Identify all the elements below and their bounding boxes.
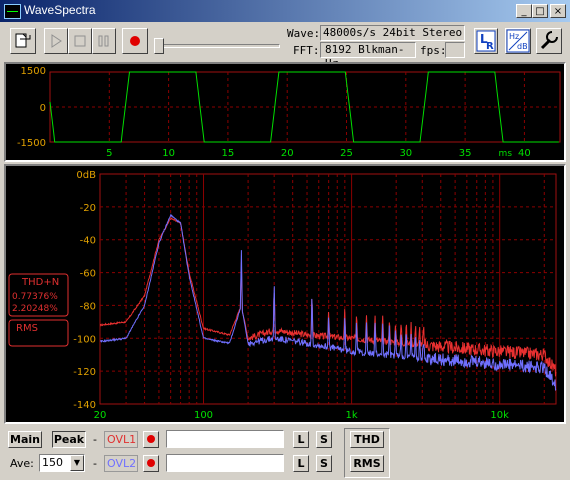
rms-button[interactable]: RMS <box>350 455 384 472</box>
wrench-icon <box>540 31 558 50</box>
spectrum-frame <box>99 173 557 405</box>
lr-icon-r: R <box>486 41 494 52</box>
ovl1-indicator: OVL1 <box>104 431 138 448</box>
spectrum-right-trace <box>99 213 557 392</box>
waveform-x-tick: 35 <box>459 148 472 159</box>
waveform-x-tick: 10 <box>162 148 175 159</box>
thd-button[interactable]: THD <box>350 431 384 448</box>
open-file-button[interactable] <box>10 28 36 54</box>
stop-button[interactable] <box>68 28 92 54</box>
thd-value-right: 2.20248% <box>12 304 58 314</box>
hz-db-button[interactable]: Hz dB <box>505 28 531 54</box>
ovl2-dash: - <box>93 457 97 470</box>
waveform-x-tick: 30 <box>399 148 412 159</box>
record-button[interactable] <box>122 28 148 54</box>
average-value: 150 <box>42 456 63 469</box>
waveform-y-tick: -1500 <box>17 138 46 149</box>
peak-button[interactable]: Peak <box>52 431 86 448</box>
waveform-y-tick: 1500 <box>21 66 46 77</box>
close-button[interactable]: × <box>550 4 566 18</box>
spectrum-x-tick: 1k <box>346 410 358 421</box>
waveform-x-tick: 20 <box>281 148 294 159</box>
main-button[interactable]: Main <box>8 431 42 448</box>
minimize-button[interactable]: _ <box>516 4 532 18</box>
settings-button[interactable] <box>536 28 562 54</box>
spectrum-y-tick: -20 <box>80 203 96 214</box>
waveform-x-tick: 5 <box>106 148 112 159</box>
pause-button[interactable] <box>92 28 116 54</box>
ovl2-level-field <box>166 454 284 472</box>
record-l1-button[interactable] <box>143 431 159 448</box>
waveform-y-tick: 0 <box>40 103 46 114</box>
hz-icon-text: Hz <box>509 32 519 41</box>
ovl1-level-field <box>166 430 284 448</box>
bottom-controls: Main Peak - OVL1 L S Ave: 150 ▼ - OVL2 L… <box>0 426 570 480</box>
open-file-icon <box>15 33 31 48</box>
spectrum-y-tick: 0dB <box>76 170 96 181</box>
ovl2-indicator: OVL2 <box>104 455 138 472</box>
db-icon-text: dB <box>517 42 528 51</box>
waveform-panel: 1500 0 -1500 5 10 15 20 25 30 35 40 ms <box>4 62 566 162</box>
wave-format-display: 48000s/s 24bit Stereo <box>320 25 465 41</box>
ave-label: Ave: <box>10 457 34 470</box>
l2-button[interactable]: L <box>293 455 309 472</box>
record-icon <box>130 36 140 46</box>
spectrum-x-tick: 10k <box>490 410 509 421</box>
fft-setting-display: 8192 Blkman-Hr <box>320 42 416 70</box>
lr-channel-button[interactable]: L R <box>474 28 498 54</box>
position-slider-track[interactable] <box>156 44 280 48</box>
record-l2-button[interactable] <box>143 455 159 472</box>
spectrum-y-tick: -60 <box>80 269 96 280</box>
waveform-x-tick: 40 <box>518 148 531 159</box>
spectrum-y-tick: -140 <box>73 400 96 411</box>
l1-button[interactable]: L <box>293 431 309 448</box>
spectrum-x-tick: 100 <box>194 410 213 421</box>
rms-label: RMS <box>16 323 38 334</box>
wave-label: Wave: <box>287 27 321 40</box>
thd-value-left: 0.77376% <box>12 292 58 302</box>
spectrum-left-trace <box>99 217 557 377</box>
waveform-x-tick: 15 <box>222 148 235 159</box>
spectrum-y-tick: -120 <box>73 367 96 378</box>
stop-icon <box>74 35 86 47</box>
lr-icon: L R <box>476 30 496 52</box>
pause-icon <box>98 35 109 47</box>
window-title: WaveSpectra <box>24 3 96 17</box>
position-slider-thumb[interactable] <box>154 38 164 54</box>
waveform-plot: 1500 0 -1500 5 10 15 20 25 30 35 40 ms <box>17 66 561 159</box>
fps-display <box>445 42 465 58</box>
s2-button[interactable]: S <box>316 455 332 472</box>
fps-label: fps: <box>420 44 447 57</box>
thd-label: THD+N <box>21 277 59 288</box>
spectrum-x-tick: 20 <box>94 410 107 421</box>
ovl1-dash: - <box>93 433 97 446</box>
spectrum-panel: 0dB -20 -40 -60 -80 -100 -120 -140 20 100 1k 10k T… <box>4 164 566 424</box>
chevron-down-icon[interactable]: ▼ <box>70 455 84 471</box>
s1-button[interactable]: S <box>316 431 332 448</box>
average-select[interactable]: 150 ▼ <box>39 454 85 472</box>
spectrum-plot: 0dB -20 -40 -60 -80 -100 -120 -140 20 100 1k 10k T… <box>8 170 557 421</box>
spectrum-y-tick: -100 <box>73 334 96 345</box>
play-icon <box>51 34 62 48</box>
app-icon <box>4 4 21 19</box>
spectrum-y-tick: -40 <box>80 236 96 247</box>
waveform-x-unit: ms <box>499 149 513 159</box>
play-button[interactable] <box>44 28 68 54</box>
toolbar: Wave: 48000s/s 24bit Stereo FFT: 8192 Bl… <box>0 22 570 70</box>
hz-db-icon: Hz dB <box>506 29 530 53</box>
spectrum-y-tick: -80 <box>80 301 96 312</box>
fft-label: FFT: <box>293 44 320 57</box>
maximize-button[interactable]: □ <box>532 4 548 18</box>
title-bar: WaveSpectra _ □ × <box>0 0 570 22</box>
waveform-x-tick: 25 <box>340 148 353 159</box>
